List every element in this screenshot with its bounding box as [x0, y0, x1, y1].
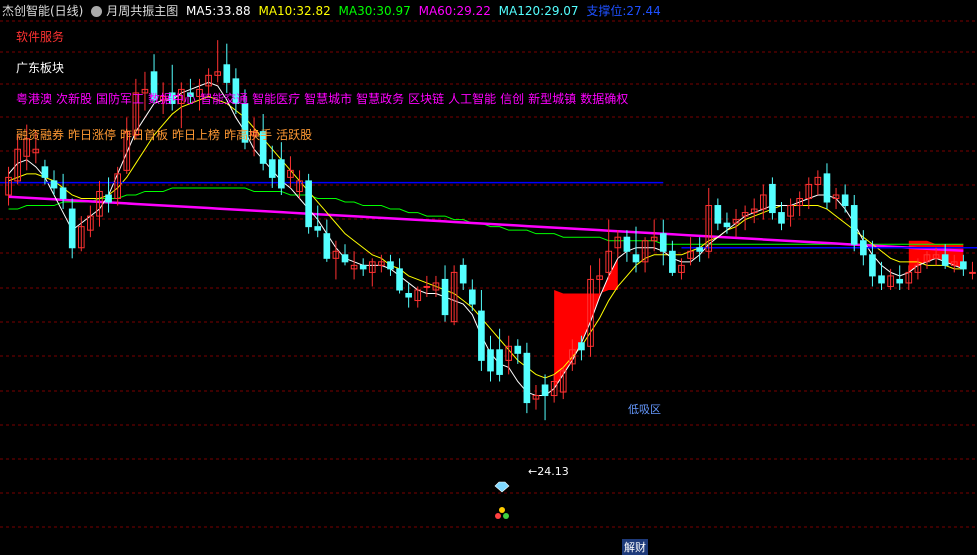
candle-down [823, 173, 831, 203]
flower-icon [499, 507, 505, 513]
ma10-value: 32.82 [296, 4, 331, 18]
candle-down [623, 236, 631, 252]
style-tags: 融资融券 昨日涨停 昨日首板 昨日上榜 昨高换手 活跃股 [16, 126, 316, 143]
concept-tag[interactable]: 信创 [500, 92, 524, 106]
candle-down [578, 342, 585, 351]
candle-down [850, 205, 858, 245]
gear-icon[interactable] [91, 6, 103, 17]
candle-down [487, 349, 494, 372]
candle-down [459, 264, 467, 284]
candle-down [305, 180, 312, 228]
industry-tag[interactable]: 软件服务 [16, 28, 64, 45]
ma120-label: MA120: [498, 4, 545, 18]
style-tag[interactable]: 活跃股 [276, 128, 312, 142]
candle-down [478, 310, 485, 361]
candle-down [41, 166, 49, 178]
low-price-value: 24.13 [537, 465, 569, 478]
candle-down [714, 205, 722, 224]
indicator-name[interactable]: 月周共振主图 [106, 4, 178, 18]
candle-down [405, 293, 412, 298]
candle-down [541, 384, 549, 397]
chart-marks [494, 481, 510, 519]
candle-down [105, 194, 112, 203]
candle-down [323, 233, 331, 259]
low-arrow: ← [528, 465, 538, 478]
concept-tag[interactable]: 人工智能 [448, 92, 496, 106]
low-price-label: ←24.13 [528, 465, 569, 478]
candle-down [960, 261, 967, 270]
candle-down [523, 352, 531, 404]
candle-down [696, 247, 703, 252]
concept-tag[interactable]: 智慧政务 [356, 92, 404, 106]
style-tag[interactable]: 昨日涨停 [68, 128, 116, 142]
concept-tag[interactable]: 智慧城市 [304, 92, 352, 106]
candle-down [468, 289, 476, 305]
style-tag[interactable]: 融资融券 [16, 128, 64, 142]
candle-down [769, 183, 776, 214]
candle-down [223, 64, 231, 83]
candle-down [68, 208, 76, 249]
candle-down [441, 278, 449, 316]
candle-down [669, 250, 676, 273]
style-tag[interactable]: 昨高换手 [224, 128, 272, 142]
candle-down [396, 268, 403, 291]
concept-tag[interactable]: 新型城镇 [528, 92, 576, 106]
candle-down [50, 180, 58, 189]
concept-tag[interactable]: 次新股 [56, 92, 92, 106]
candle-down [869, 254, 876, 277]
region-tag[interactable]: 广东板块 [16, 59, 64, 76]
candle-down [632, 254, 640, 263]
candle-down [314, 226, 322, 231]
ma5-label: MA5: [186, 4, 217, 18]
concept-tag[interactable]: 智能交通 [200, 92, 248, 106]
chart-header: 杰创智能(日线) 月周共振主图 MA5:33.88 MA10:32.82 MA3… [2, 2, 665, 19]
candle-down [341, 254, 349, 263]
support-zone-label: 低吸区 [628, 403, 661, 416]
candle-down [387, 261, 394, 270]
candle-up [423, 285, 431, 288]
concept-tag[interactable]: 数据确权 [580, 92, 628, 106]
ma60-value: 29.22 [456, 4, 491, 18]
ma60-label: MA60: [418, 4, 457, 18]
candle-down [941, 254, 949, 266]
concept-tag[interactable]: 粤港澳 [16, 92, 52, 106]
ma30-value: 30.97 [376, 4, 411, 18]
candle-down [896, 278, 904, 284]
bottom-tag[interactable]: 解财 [622, 539, 648, 555]
candle-down [841, 194, 849, 207]
candle-down [860, 240, 867, 256]
candle-down [278, 159, 285, 189]
concept-tags: 粤港澳 次新股 国防军工 数据中心 智能交通 智能医疗 智慧城市 智慧政务 区块链 人工智能 信创新… [16, 90, 632, 107]
kline-chart[interactable] [0, 0, 977, 554]
concept-tag[interactable]: 国防军工 [96, 92, 144, 106]
ma120-value: 29.07 [544, 4, 579, 18]
candle-down [268, 159, 276, 178]
candle-down [496, 349, 503, 375]
candle-down [723, 222, 731, 228]
candle-up [969, 271, 976, 274]
ma60-line [8, 195, 964, 253]
ma5-value: 33.88 [216, 4, 251, 18]
concept-tag[interactable]: 智能医疗 [252, 92, 300, 106]
candle-down [778, 212, 785, 224]
candle-down [659, 233, 667, 252]
candle-down [59, 187, 67, 199]
style-tag[interactable]: 昨日首板 [120, 128, 168, 142]
candle-down [878, 275, 885, 284]
style-tag[interactable]: 昨日上榜 [172, 128, 220, 142]
ma10-label: MA10: [258, 4, 297, 18]
flower-icon [495, 513, 501, 519]
concept-tag[interactable]: 区块链 [408, 92, 444, 106]
ma30-label: MA30: [338, 4, 377, 18]
ma30-line [8, 187, 964, 245]
diamond-icon [494, 481, 510, 493]
stock-title[interactable]: 杰创智能(日线) [2, 4, 83, 18]
flower-icon [503, 513, 509, 519]
support-label: 支撑位: [586, 4, 627, 18]
candle-down [514, 345, 522, 354]
support-value: 27.44 [626, 4, 661, 18]
concept-tag[interactable]: 数据中心 [148, 92, 196, 106]
candle-down [359, 264, 367, 270]
